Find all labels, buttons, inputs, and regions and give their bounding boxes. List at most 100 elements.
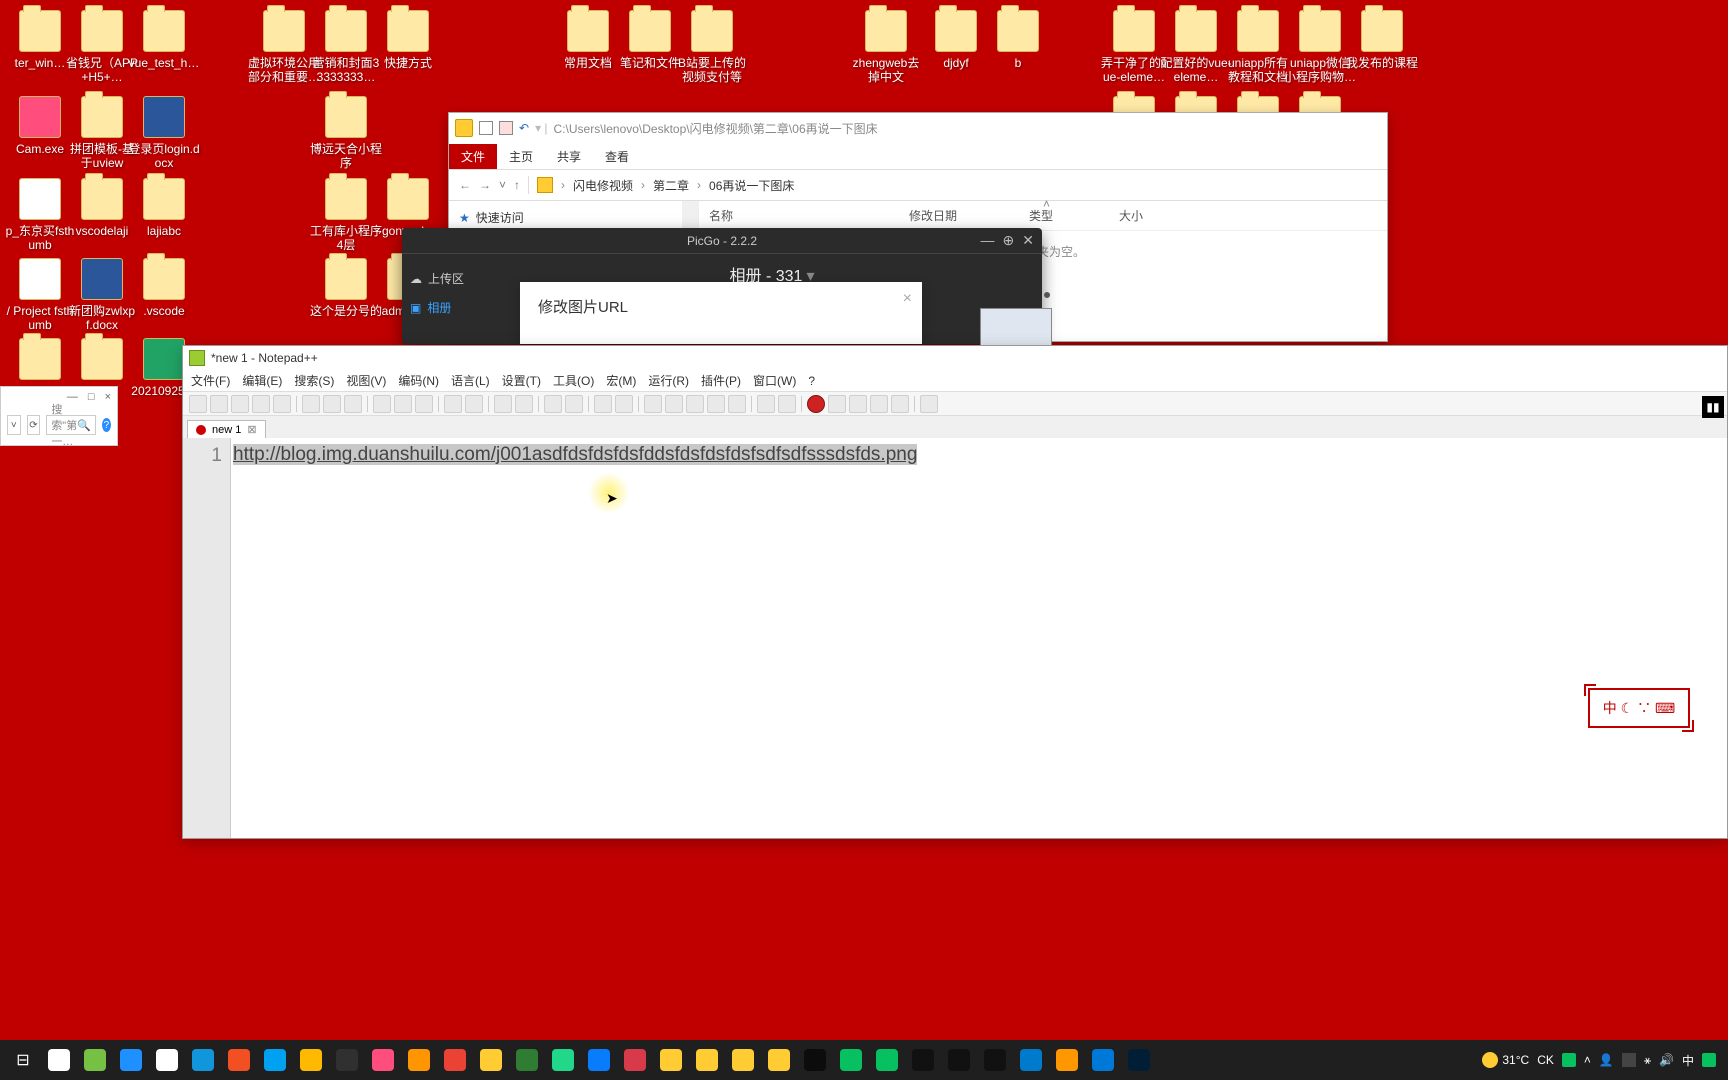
taskbar-app-term1[interactable]: [906, 1044, 940, 1076]
close-icon[interactable]: ✕: [1022, 232, 1034, 249]
volume-icon[interactable]: 🔊: [1659, 1053, 1674, 1067]
taskbar-app-folder2[interactable]: [690, 1044, 724, 1076]
toolbar-button[interactable]: [594, 395, 612, 413]
menu-item[interactable]: 编辑(E): [242, 372, 282, 389]
menu-item[interactable]: ?: [808, 374, 815, 388]
toolbar-button[interactable]: [920, 395, 938, 413]
toolbar-button[interactable]: [373, 395, 391, 413]
menu-item[interactable]: 运行(R): [648, 372, 689, 389]
refresh-icon[interactable]: ⟳: [27, 415, 41, 435]
menu-item[interactable]: 工具(O): [553, 372, 594, 389]
toolbar-button[interactable]: [870, 395, 888, 413]
taskbar[interactable]: ⊟ 31°C CK ˄ 👤 ⚹ 🔊 中: [0, 1040, 1728, 1080]
editor-content[interactable]: http://blog.img.duanshuilu.com/j001asdfd…: [233, 444, 917, 465]
toolbar-button[interactable]: [778, 395, 796, 413]
toolbar-button[interactable]: [465, 395, 483, 413]
ribbon-tab[interactable]: 主页: [497, 144, 545, 169]
toolbar-button[interactable]: [415, 395, 433, 413]
tray-icon[interactable]: [1562, 1053, 1576, 1067]
menu-item[interactable]: 搜索(S): [294, 372, 334, 389]
desktop-icon[interactable]: 我发布的课程: [1346, 10, 1418, 70]
toolbar-button[interactable]: [544, 395, 562, 413]
tab-close-icon[interactable]: ⊠: [247, 423, 256, 436]
taskbar-app-edge-legacy[interactable]: [78, 1044, 112, 1076]
tree-quick-access[interactable]: 快速访问: [476, 209, 524, 226]
menu-item[interactable]: 编码(N): [398, 372, 439, 389]
sidebar-item-upload[interactable]: ☁上传区: [410, 264, 494, 293]
taskbar-app-qq[interactable]: [186, 1044, 220, 1076]
notepadpp-titlebar[interactable]: *new 1 - Notepad++: [183, 346, 1727, 370]
toolbar-button[interactable]: [565, 395, 583, 413]
close-icon[interactable]: ×: [105, 391, 111, 403]
chevron-up-icon[interactable]: ˄: [1584, 1053, 1591, 1067]
taskbar-app-explorer[interactable]: [474, 1044, 508, 1076]
taskbar-app-pycharm[interactable]: [546, 1044, 580, 1076]
desktop-icon[interactable]: 快捷方式: [372, 10, 444, 70]
toolbar[interactable]: [183, 392, 1727, 416]
desktop-icon[interactable]: B站要上传的视频支付等: [676, 10, 748, 84]
tray-icon[interactable]: [1702, 1053, 1716, 1067]
desktop-icon[interactable]: .vscode: [128, 258, 200, 318]
desktop-icon[interactable]: vue_test_h…: [128, 10, 200, 70]
toolbar-button[interactable]: [644, 395, 662, 413]
menu-item[interactable]: 视图(V): [346, 372, 386, 389]
menu-item[interactable]: 语言(L): [451, 372, 490, 389]
taskbar-app-firefox[interactable]: [402, 1044, 436, 1076]
breadcrumb[interactable]: 第二章: [653, 177, 689, 194]
desktop-icon[interactable]: zhengweb去掉中文: [850, 10, 922, 84]
taskview-icon[interactable]: ⊟: [6, 1044, 40, 1076]
taskbar-app-app-dark[interactable]: [330, 1044, 364, 1076]
menu-item[interactable]: 窗口(W): [753, 372, 796, 389]
toolbar-button[interactable]: [515, 395, 533, 413]
toolbar-button[interactable]: [444, 395, 462, 413]
taskbar-app-media[interactable]: [1086, 1044, 1120, 1076]
ribbon-tab[interactable]: 文件: [449, 144, 497, 169]
taskbar-app-app-round[interactable]: [258, 1044, 292, 1076]
taskbar-app-wechat[interactable]: [834, 1044, 868, 1076]
ribbon-tab[interactable]: 共享: [545, 144, 593, 169]
desktop-icon[interactable]: 登录页login.docx: [128, 96, 200, 170]
toolbar-button[interactable]: [494, 395, 512, 413]
taskbar-app-chrome[interactable]: [150, 1044, 184, 1076]
system-tray[interactable]: 31°C CK ˄ 👤 ⚹ 🔊 中: [1482, 1052, 1722, 1069]
weather-widget[interactable]: 31°C: [1482, 1052, 1529, 1068]
taskbar-app-folder3[interactable]: [726, 1044, 760, 1076]
editor-tab[interactable]: new 1 ⊠: [187, 420, 266, 438]
pause-overlay-icon[interactable]: ▮▮: [1702, 396, 1724, 418]
search-input[interactable]: 搜索"第一…🔍: [46, 415, 96, 435]
toolbar-button[interactable]: [665, 395, 683, 413]
toolbar-button[interactable]: [323, 395, 341, 413]
ribbon-tab[interactable]: 查看: [593, 144, 641, 169]
explorer-titlebar[interactable]: ↶ ▾ | C:\Users\lenovo\Desktop\闪电修视频\第二章\…: [449, 113, 1387, 143]
network-icon[interactable]: ⚹: [1644, 1053, 1651, 1068]
back-icon[interactable]: ←: [459, 178, 471, 192]
toolbar-button[interactable]: [344, 395, 362, 413]
taskbar-app-chrome2[interactable]: [438, 1044, 472, 1076]
desktop-icon[interactable]: lajiabc: [128, 178, 200, 238]
taskbar-app-term2[interactable]: [942, 1044, 976, 1076]
taskbar-app-ps[interactable]: [1122, 1044, 1156, 1076]
taskbar-app-vscode[interactable]: [1014, 1044, 1048, 1076]
column-header[interactable]: 名称: [699, 201, 899, 230]
taskbar-app-start[interactable]: [42, 1044, 76, 1076]
taskbar-app-ie[interactable]: [114, 1044, 148, 1076]
toolbar-button[interactable]: [757, 395, 775, 413]
view-icon[interactable]: [499, 121, 513, 135]
menu-bar[interactable]: 文件(F)编辑(E)搜索(S)视图(V)编码(N)语言(L)设置(T)工具(O)…: [183, 370, 1727, 392]
recent-icon[interactable]: ˅: [499, 178, 506, 192]
forward-icon[interactable]: →: [479, 178, 491, 192]
toolbar-button[interactable]: [807, 395, 825, 413]
desktop-icon[interactable]: 博远天合小程序: [310, 96, 382, 170]
column-header[interactable]: 大小: [1109, 201, 1179, 230]
taskbar-app-pycharm2[interactable]: [582, 1044, 616, 1076]
breadcrumb[interactable]: 06再说一下图床: [709, 177, 794, 194]
toolbar-button[interactable]: [686, 395, 704, 413]
toolbar-button[interactable]: [210, 395, 228, 413]
toolbar-button[interactable]: [189, 395, 207, 413]
close-icon[interactable]: ×: [903, 290, 912, 308]
tray-icon[interactable]: [1622, 1053, 1636, 1067]
ime-icon[interactable]: 中: [1682, 1052, 1694, 1069]
taskbar-app-vscode-red[interactable]: [618, 1044, 652, 1076]
toolbar-button[interactable]: [273, 395, 291, 413]
undo-icon[interactable]: ↶: [519, 121, 529, 135]
